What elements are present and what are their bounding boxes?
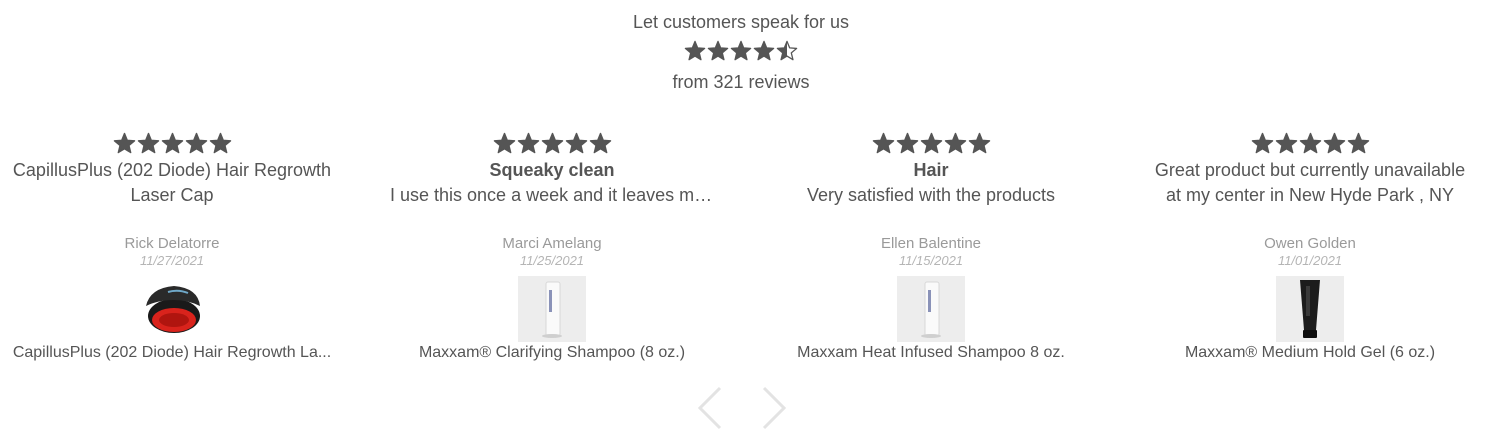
- review-product-link[interactable]: CapillusPlus (202 Diode) Hair Regrowth L…: [2, 344, 342, 362]
- star-full-icon: [1251, 132, 1274, 155]
- review-product-link[interactable]: Maxxam® Clarifying Shampoo (8 oz.): [382, 344, 722, 362]
- star-full-icon: [753, 40, 775, 62]
- carousel-prev-button[interactable]: [692, 384, 736, 432]
- chevron-left-icon: [697, 386, 722, 430]
- star-full-icon: [1299, 132, 1322, 155]
- star-full-icon: [896, 132, 919, 155]
- review-author: Ellen Balentine: [880, 235, 982, 252]
- star-full-icon: [161, 132, 184, 155]
- review-author: Owen Golden: [1264, 235, 1356, 252]
- star-full-icon: [944, 132, 967, 155]
- overall-rating-stars: [0, 40, 1482, 62]
- review-date: 11/15/2021: [898, 253, 964, 268]
- review-rating-stars: [382, 132, 722, 155]
- star-full-icon: [707, 40, 729, 62]
- shampoo-bottle-icon[interactable]: [518, 276, 586, 342]
- review-content: Squeaky clean I use this once a week and…: [382, 158, 722, 208]
- star-full-icon: [730, 40, 752, 62]
- review-title: Hair: [913, 160, 949, 180]
- section-title: Let customers speak for us: [632, 12, 850, 32]
- star-full-icon: [920, 132, 943, 155]
- star-full-icon: [565, 132, 588, 155]
- review-body: I use this once a week and it leaves my.…: [390, 185, 717, 205]
- review-body: CapillusPlus (202 Diode) Hair Regrowth L…: [12, 160, 332, 205]
- gel-tube-icon[interactable]: [1276, 276, 1344, 342]
- laser-cap-icon[interactable]: [138, 276, 206, 342]
- review-count: from 321 reviews: [672, 72, 810, 92]
- review-body: Great product but currently unavailable …: [1154, 160, 1466, 205]
- review-content: Hair Very satisfied with the products: [761, 158, 1101, 208]
- review-title: Squeaky clean: [489, 160, 615, 180]
- star-full-icon: [589, 132, 612, 155]
- review-date: 11/27/2021: [139, 253, 205, 268]
- star-full-icon: [872, 132, 895, 155]
- star-full-icon: [185, 132, 208, 155]
- star-full-icon: [1347, 132, 1370, 155]
- review-author: Rick Delatorre: [124, 235, 220, 252]
- review-rating-stars: [1140, 132, 1480, 155]
- review-date: 11/25/2021: [519, 253, 585, 268]
- star-full-icon: [1323, 132, 1346, 155]
- star-full-icon: [209, 132, 232, 155]
- carousel-next-button[interactable]: [752, 384, 796, 432]
- star-full-icon: [968, 132, 991, 155]
- review-rating-stars: [761, 132, 1101, 155]
- star-full-icon: [517, 132, 540, 155]
- review-author: Marci Amelang: [502, 235, 602, 252]
- review-body: Very satisfied with the products: [806, 185, 1056, 205]
- shampoo-bottle-icon[interactable]: [897, 276, 965, 342]
- star-half-icon: [776, 40, 798, 62]
- review-content: Great product but currently unavailable …: [1140, 158, 1480, 208]
- review-content: CapillusPlus (202 Diode) Hair Regrowth L…: [2, 158, 342, 208]
- reviews-carousel: CapillusPlus (202 Diode) Hair Regrowth L…: [0, 128, 1492, 378]
- star-full-icon: [684, 40, 706, 62]
- star-full-icon: [113, 132, 136, 155]
- chevron-right-icon: [762, 386, 787, 430]
- star-full-icon: [493, 132, 516, 155]
- review-rating-stars: [2, 132, 342, 155]
- star-full-icon: [137, 132, 160, 155]
- star-full-icon: [541, 132, 564, 155]
- review-date: 11/01/2021: [1277, 253, 1343, 268]
- review-product-link[interactable]: Maxxam® Medium Hold Gel (6 oz.): [1140, 344, 1480, 362]
- star-full-icon: [1275, 132, 1298, 155]
- review-product-link[interactable]: Maxxam Heat Infused Shampoo 8 oz.: [761, 344, 1101, 362]
